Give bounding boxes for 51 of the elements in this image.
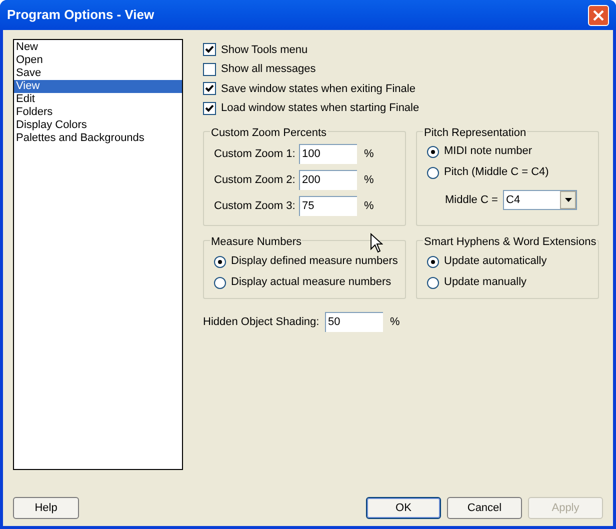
checkbox-label: Show Tools menu	[221, 42, 308, 58]
checkbox[interactable]	[203, 102, 216, 115]
unit-label: %	[364, 198, 374, 214]
field-label: Custom Zoom 1:	[214, 146, 296, 162]
unit-label: %	[390, 314, 400, 330]
radio-label: Display actual measure numbers	[231, 275, 392, 290]
radio-label: Pitch (Middle C = C4)	[444, 165, 549, 180]
dialog-button[interactable]: Help	[13, 497, 79, 519]
group-title: Smart Hyphens & Word Extensions	[423, 234, 598, 250]
field-label: Hidden Object Shading:	[203, 314, 320, 330]
list-item[interactable]: Edit	[14, 93, 182, 106]
field-label: Middle C =	[445, 192, 499, 208]
list-item[interactable]: Display Colors	[14, 119, 182, 132]
radio-label: Update automatically	[444, 254, 547, 270]
checkbox[interactable]	[203, 62, 216, 76]
list-item[interactable]: New	[14, 41, 182, 54]
radio-label: Update manually	[444, 275, 527, 290]
window-title: Program Options - View	[7, 6, 156, 24]
checkbox[interactable]	[203, 43, 216, 56]
close-button[interactable]	[588, 4, 609, 26]
group-title: Pitch Representation	[423, 125, 528, 142]
radio-button[interactable]	[214, 256, 226, 268]
radio-button[interactable]	[427, 166, 439, 178]
input-field[interactable]: 100	[299, 144, 357, 164]
dialog-button[interactable]: OK	[366, 497, 441, 519]
checkbox[interactable]	[203, 82, 216, 96]
close-icon	[593, 10, 604, 20]
list-item[interactable]: Folders	[14, 106, 182, 119]
radio-label: MIDI note number	[444, 144, 532, 160]
radio-button[interactable]	[427, 146, 439, 158]
unit-label: %	[364, 146, 374, 162]
radio-button[interactable]	[427, 276, 439, 288]
input-field[interactable]: 50	[325, 312, 383, 332]
radio-label: Display defined measure numbers	[231, 254, 398, 270]
field-label: Custom Zoom 2:	[214, 172, 296, 188]
list-item[interactable]: Open	[14, 54, 182, 67]
list-item[interactable]: View	[14, 80, 182, 93]
checkbox-label: Show all messages	[221, 62, 316, 77]
input-field[interactable]: 75	[299, 196, 357, 216]
checkbox-label: Save window states when exiting Finale	[221, 82, 416, 96]
checkbox-label: Load window states when starting Finale	[221, 101, 420, 116]
input-field[interactable]: 200	[299, 170, 357, 190]
dropdown[interactable]: C4	[503, 190, 577, 210]
radio-button[interactable]	[214, 276, 226, 288]
cursor-icon	[370, 233, 383, 254]
unit-label: %	[364, 172, 374, 188]
radio-button[interactable]	[427, 256, 439, 268]
list-item[interactable]: Save	[14, 67, 182, 80]
dialog-button[interactable]: Cancel	[447, 497, 522, 519]
list-item[interactable]: Palettes and Backgrounds	[14, 132, 182, 145]
field-label: Custom Zoom 3:	[214, 198, 296, 214]
